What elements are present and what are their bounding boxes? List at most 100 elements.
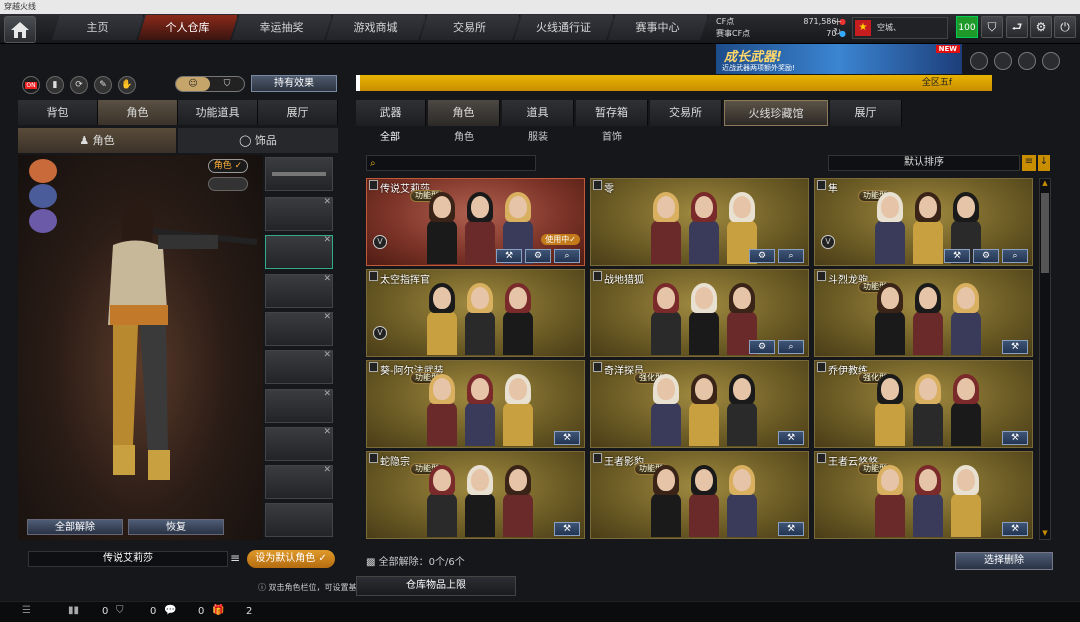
character-preview[interactable] <box>18 155 263 540</box>
edit-icon[interactable]: ⚒ <box>1002 431 1028 445</box>
gift-icon[interactable]: 🎁 <box>212 605 224 616</box>
character-card[interactable]: 王者云悠悠 功能型 ⚒ <box>814 451 1033 539</box>
clan-icon[interactable]: ⛉ <box>116 605 124 616</box>
home-button[interactable] <box>4 16 36 43</box>
subtab-accessory[interactable]: ◯ 饰品 <box>178 128 338 153</box>
shield-view-icon[interactable]: ⛉ <box>210 77 244 91</box>
tab-trade[interactable]: 交易所 <box>650 100 722 126</box>
tab-weapons[interactable]: 武器 <box>356 100 426 126</box>
rotate-icon[interactable]: ⟳ <box>70 76 88 94</box>
settings-icon[interactable]: ⚙ <box>973 249 999 263</box>
character-card[interactable]: 王者影豹 功能型 ⚒ <box>590 451 809 539</box>
character-card[interactable]: 斗烈龙驹 功能型 ⚒ <box>814 269 1033 357</box>
event-icon-3[interactable] <box>1018 52 1036 70</box>
tab-items[interactable]: 道具 <box>502 100 574 126</box>
edit-icon[interactable]: ⚒ <box>496 249 522 263</box>
tab-storage[interactable]: 暂存箱 <box>576 100 648 126</box>
character-view-icon[interactable]: ☺ <box>176 77 210 91</box>
chat-icon[interactable]: 💬 <box>164 605 176 616</box>
search-input[interactable]: ⌕ <box>366 155 536 171</box>
tab-game-mall[interactable]: 游戏商城 <box>326 15 426 40</box>
tab-showroom[interactable]: 展厅 <box>258 100 338 125</box>
tab-event-center[interactable]: 赛事中心 <box>608 15 708 40</box>
filter-jewelry[interactable]: 首饰 <box>602 130 622 146</box>
slot-head[interactable]: ✕ <box>265 197 333 231</box>
subtab-character[interactable]: ♟ 角色 <box>18 128 176 153</box>
settings-icon[interactable]: ⚙ <box>525 249 551 263</box>
character-card[interactable]: 奇洋探员 强化型 ⚒ <box>590 360 809 448</box>
search-icon[interactable]: ⌕ <box>554 249 580 263</box>
secondary-role-badge[interactable] <box>208 177 248 191</box>
remove-icon[interactable]: ✕ <box>323 274 331 284</box>
character-card[interactable]: 乔伊教练 强化型 ⚒ <box>814 360 1033 448</box>
shield-icon[interactable]: ⛉ <box>981 16 1003 38</box>
remove-icon[interactable]: ✕ <box>323 427 331 437</box>
return-icon[interactable]: ⮐ <box>1006 16 1028 38</box>
pose-icon[interactable]: ✋ <box>118 76 136 94</box>
scroll-thumb[interactable] <box>1041 193 1049 273</box>
warehouse-capacity-button[interactable]: 仓库物品上限 <box>356 576 516 596</box>
tab-collection[interactable]: 火线珍藏馆 <box>724 100 828 126</box>
search-icon[interactable]: ⌕ <box>1002 249 1028 263</box>
tab-character[interactable]: 角色 <box>98 100 178 125</box>
tab-exchange[interactable]: 交易所 <box>420 15 520 40</box>
sort-arrow-icon[interactable]: ↓ <box>1038 155 1050 171</box>
side-icon-2[interactable] <box>29 184 57 208</box>
settings-icon[interactable]: ⚙ <box>749 249 775 263</box>
edit-icon[interactable]: ⚒ <box>554 522 580 536</box>
character-card[interactable]: 战地猎狐 ⚙ ⌕ <box>590 269 809 357</box>
slot-glasses[interactable]: ✕ <box>265 235 333 269</box>
tab-characters[interactable]: 角色 <box>428 100 500 126</box>
remove-icon[interactable]: ✕ <box>323 389 331 399</box>
slot-item-1[interactable]: ✕ <box>265 274 333 308</box>
event-icon-4[interactable] <box>1042 52 1060 70</box>
tab-lucky-draw[interactable]: 幸运抽奖 <box>232 15 332 40</box>
holding-effect-button[interactable]: 持有效果 <box>251 75 337 92</box>
tab-function-items[interactable]: 功能道具 <box>178 100 258 125</box>
set-default-character-button[interactable]: 设为默认角色 ✓ <box>247 550 335 568</box>
filter-all[interactable]: 全部 <box>380 130 400 146</box>
slot-item-7[interactable] <box>265 503 333 537</box>
toggle-on-icon[interactable]: ON <box>22 76 40 94</box>
gear-icon[interactable]: ⚙ <box>1030 16 1052 38</box>
slot-item-6[interactable]: ✕ <box>265 465 333 499</box>
slot-item-3[interactable]: ✕ <box>265 350 333 384</box>
tab-battle-pass[interactable]: 火线通行证 <box>514 15 614 40</box>
remove-icon[interactable]: ✕ <box>323 350 331 360</box>
tab-backpack[interactable]: 背包 <box>18 100 98 125</box>
tab-personal-warehouse[interactable]: 个人仓库 <box>138 15 238 40</box>
character-card[interactable]: 葵-阿尔法武装 功能型 ⚒ <box>366 360 585 448</box>
edit-icon[interactable]: ⚒ <box>1002 522 1028 536</box>
event-icon-2[interactable] <box>994 52 1012 70</box>
scrollbar[interactable]: ▲ ▼ <box>1039 178 1051 540</box>
scroll-up-icon[interactable]: ▲ <box>1040 179 1050 189</box>
sort-dropdown[interactable]: 默认排序 <box>828 155 1020 171</box>
select-delete-button[interactable]: 选择删除 <box>955 552 1053 570</box>
settings-icon[interactable]: ⚙ <box>749 340 775 354</box>
character-card[interactable]: 零 ⚙ ⌕ <box>590 178 809 266</box>
power-icon[interactable]: ⏻ <box>1054 16 1076 38</box>
filter-clothing[interactable]: 服装 <box>528 130 548 146</box>
remove-icon[interactable]: ✕ <box>323 312 331 322</box>
character-card[interactable]: 蛇隐宗 功能型 ⚒ <box>366 451 585 539</box>
friends-icon[interactable]: ▮▮ <box>68 605 79 616</box>
edit-icon[interactable]: ⚒ <box>778 522 804 536</box>
character-card[interactable]: 传说艾莉莎 功能型 使用中✓ V ⚒ ⚙ ⌕ <box>366 178 585 266</box>
slot-weapon[interactable] <box>265 157 333 191</box>
event-icon-1[interactable] <box>970 52 988 70</box>
search-icon[interactable]: ⌕ <box>778 249 804 263</box>
remove-icon[interactable]: ✕ <box>323 235 331 245</box>
edit-icon[interactable]: ⚒ <box>944 249 970 263</box>
edit-icon[interactable]: ⚒ <box>778 431 804 445</box>
scroll-down-icon[interactable]: ▼ <box>1040 529 1050 539</box>
trash-icon[interactable]: ▩ <box>366 557 379 568</box>
view-toggle[interactable]: ☺ ⛉ <box>175 76 245 92</box>
remove-icon[interactable]: ✕ <box>323 465 331 475</box>
slot-item-4[interactable]: ✕ <box>265 389 333 423</box>
list-view-icon[interactable]: ≡ <box>1022 155 1036 171</box>
slot-item-2[interactable]: ✕ <box>265 312 333 346</box>
tab-gallery[interactable]: 展厅 <box>830 100 902 126</box>
search-icon[interactable]: ⌕ <box>778 340 804 354</box>
stats-icon[interactable]: ▮ <box>46 76 64 94</box>
list-icon[interactable]: ☰ <box>22 605 31 616</box>
